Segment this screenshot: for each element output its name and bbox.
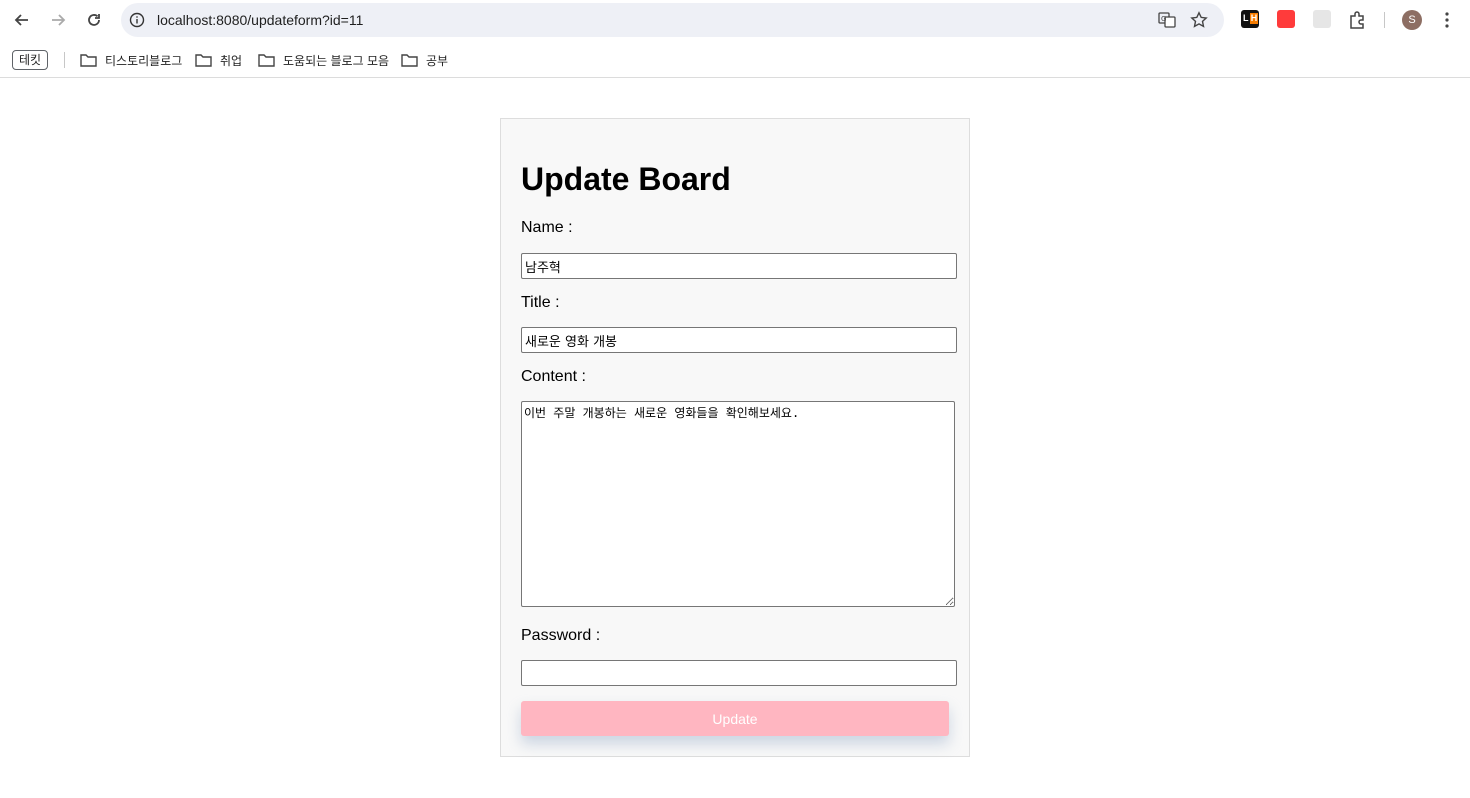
- bookmark-folder[interactable]: 공부: [401, 51, 448, 69]
- site-info-icon[interactable]: [129, 12, 145, 28]
- name-label: Name :: [521, 219, 573, 236]
- arrow-left-icon: [14, 14, 28, 26]
- title-label: Title :: [521, 294, 560, 311]
- address-bar[interactable]: localhost:8080/updateform?id=11 G: [121, 3, 1224, 37]
- extension-red-icon[interactable]: [1277, 10, 1295, 28]
- toolbar-divider: [1384, 12, 1385, 28]
- bookmark-folder-label: 도움되는 블로그 모음: [283, 53, 390, 68]
- back-button[interactable]: [10, 8, 34, 32]
- menu-kebab-icon[interactable]: [1444, 11, 1450, 29]
- extensions-puzzle-icon[interactable]: [1348, 10, 1368, 30]
- reload-button[interactable]: [82, 8, 106, 32]
- extension-grey-icon[interactable]: [1313, 10, 1331, 28]
- bookmark-separator: [64, 52, 65, 68]
- profile-avatar[interactable]: S: [1402, 10, 1422, 30]
- forward-button[interactable]: [46, 8, 70, 32]
- star-icon[interactable]: [1190, 11, 1208, 29]
- extension-lh-icon[interactable]: LH: [1241, 10, 1259, 28]
- folder-icon: [401, 54, 418, 67]
- bookmark-folder[interactable]: 티스토리블로그: [80, 51, 182, 69]
- password-label: Password :: [521, 627, 601, 644]
- title-input[interactable]: [521, 327, 957, 353]
- update-button[interactable]: Update: [521, 701, 949, 736]
- update-board-form: Update Board Name : Title : Content : 이번…: [500, 118, 970, 757]
- svg-text:G: G: [1161, 15, 1166, 23]
- reload-icon: [88, 14, 100, 26]
- bookmark-folder-label: 티스토리블로그: [105, 53, 183, 68]
- arrow-right-icon: [52, 14, 66, 26]
- password-input[interactable]: [521, 660, 957, 686]
- url-text[interactable]: localhost:8080/updateform?id=11: [157, 12, 363, 28]
- bookmark-item[interactable]: 테킷: [12, 50, 49, 70]
- bookmarks-bar: 테킷 티스토리블로그 취업 도움되는 블로그 모음 공부: [0, 40, 1470, 78]
- folder-icon: [258, 54, 275, 67]
- bookmark-folder-label: 취업: [220, 53, 243, 68]
- page-title: Update Board: [521, 161, 731, 197]
- name-input[interactable]: [521, 253, 957, 279]
- content-textarea[interactable]: 이번 주말 개봉하는 새로운 영화들을 확인해보세요.: [521, 401, 955, 607]
- bookmark-folder[interactable]: 취업: [195, 51, 242, 69]
- bookmark-folder-label: 공부: [426, 53, 449, 68]
- browser-toolbar: localhost:8080/updateform?id=11 G LH S: [0, 0, 1470, 40]
- bookmark-folder[interactable]: 도움되는 블로그 모음: [258, 51, 389, 69]
- translate-icon[interactable]: G: [1158, 11, 1176, 29]
- folder-icon: [80, 54, 97, 67]
- content-label: Content :: [521, 368, 586, 385]
- folder-icon: [195, 54, 212, 67]
